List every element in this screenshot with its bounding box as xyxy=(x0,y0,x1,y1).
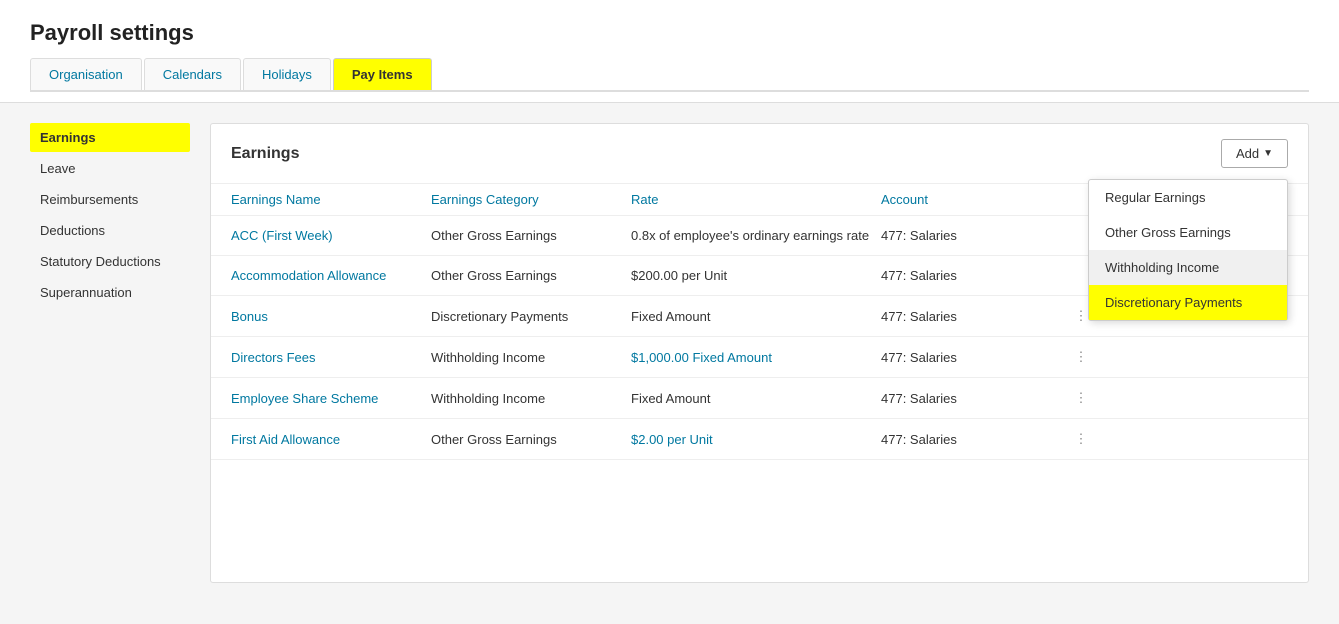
row-actions[interactable]: ⋮ xyxy=(1061,349,1101,365)
row-rate: $200.00 per Unit xyxy=(631,268,881,283)
row-rate: 0.8x of employee's ordinary earnings rat… xyxy=(631,228,881,243)
sidebar-item-statutory-deductions[interactable]: Statutory Deductions xyxy=(30,247,190,276)
tab-pay-items[interactable]: Pay Items xyxy=(333,58,432,90)
content-area: Earnings Leave Reimbursements Deductions… xyxy=(0,103,1339,603)
row-name[interactable]: Employee Share Scheme xyxy=(231,391,431,406)
dropdown-item-withholding-income[interactable]: Withholding Income xyxy=(1089,250,1287,285)
dropdown-item-other-gross-earnings[interactable]: Other Gross Earnings xyxy=(1089,215,1287,250)
row-actions[interactable]: ⋮ xyxy=(1061,431,1101,447)
row-rate: Fixed Amount xyxy=(631,391,881,406)
sidebar-item-earnings[interactable]: Earnings xyxy=(30,123,190,152)
tab-holidays[interactable]: Holidays xyxy=(243,58,331,90)
row-rate: $2.00 per Unit xyxy=(631,432,881,447)
add-dropdown-menu: Regular Earnings Other Gross Earnings Wi… xyxy=(1088,179,1288,321)
dropdown-item-discretionary-payments[interactable]: Discretionary Payments xyxy=(1089,285,1287,320)
row-account: 477: Salaries xyxy=(881,391,1061,406)
add-button[interactable]: Add ▼ xyxy=(1221,139,1288,168)
sidebar-item-leave[interactable]: Leave xyxy=(30,154,190,183)
sidebar-item-reimbursements[interactable]: Reimbursements xyxy=(30,185,190,214)
tab-organisation[interactable]: Organisation xyxy=(30,58,142,90)
row-account: 477: Salaries xyxy=(881,268,1061,283)
row-category: Other Gross Earnings xyxy=(431,432,631,447)
row-account: 477: Salaries xyxy=(881,228,1061,243)
table-row: First Aid Allowance Other Gross Earnings… xyxy=(211,419,1308,460)
page-header: Payroll settings Organisation Calendars … xyxy=(0,0,1339,103)
row-name[interactable]: Accommodation Allowance xyxy=(231,268,431,283)
table-row: Directors Fees Withholding Income $1,000… xyxy=(211,337,1308,378)
sidebar-item-superannuation[interactable]: Superannuation xyxy=(30,278,190,307)
panel-title: Earnings xyxy=(231,145,299,163)
row-account: 477: Salaries xyxy=(881,350,1061,365)
row-rate: Fixed Amount xyxy=(631,309,881,324)
row-category: Withholding Income xyxy=(431,350,631,365)
row-account: 477: Salaries xyxy=(881,309,1061,324)
row-name[interactable]: ACC (First Week) xyxy=(231,228,431,243)
main-panel: Earnings Add ▼ Regular Earnings Other Gr… xyxy=(210,123,1309,583)
col-earnings-category: Earnings Category xyxy=(431,192,631,207)
row-rate: $1,000.00 Fixed Amount xyxy=(631,350,881,365)
col-rate: Rate xyxy=(631,192,881,207)
row-category: Discretionary Payments xyxy=(431,309,631,324)
table-row: Employee Share Scheme Withholding Income… xyxy=(211,378,1308,419)
dropdown-item-regular-earnings[interactable]: Regular Earnings xyxy=(1089,180,1287,215)
chevron-down-icon: ▼ xyxy=(1263,148,1273,159)
sidebar: Earnings Leave Reimbursements Deductions… xyxy=(30,123,190,583)
col-earnings-name: Earnings Name xyxy=(231,192,431,207)
tabs: Organisation Calendars Holidays Pay Item… xyxy=(30,58,1309,92)
row-name[interactable]: Directors Fees xyxy=(231,350,431,365)
tab-calendars[interactable]: Calendars xyxy=(144,58,241,90)
col-account: Account xyxy=(881,192,1061,207)
panel-header: Earnings Add ▼ xyxy=(211,124,1308,184)
row-category: Other Gross Earnings xyxy=(431,228,631,243)
page-title: Payroll settings xyxy=(30,20,1309,46)
sidebar-item-deductions[interactable]: Deductions xyxy=(30,216,190,245)
row-actions[interactable]: ⋮ xyxy=(1061,390,1101,406)
row-category: Withholding Income xyxy=(431,391,631,406)
row-name[interactable]: Bonus xyxy=(231,309,431,324)
row-name[interactable]: First Aid Allowance xyxy=(231,432,431,447)
row-category: Other Gross Earnings xyxy=(431,268,631,283)
row-account: 477: Salaries xyxy=(881,432,1061,447)
